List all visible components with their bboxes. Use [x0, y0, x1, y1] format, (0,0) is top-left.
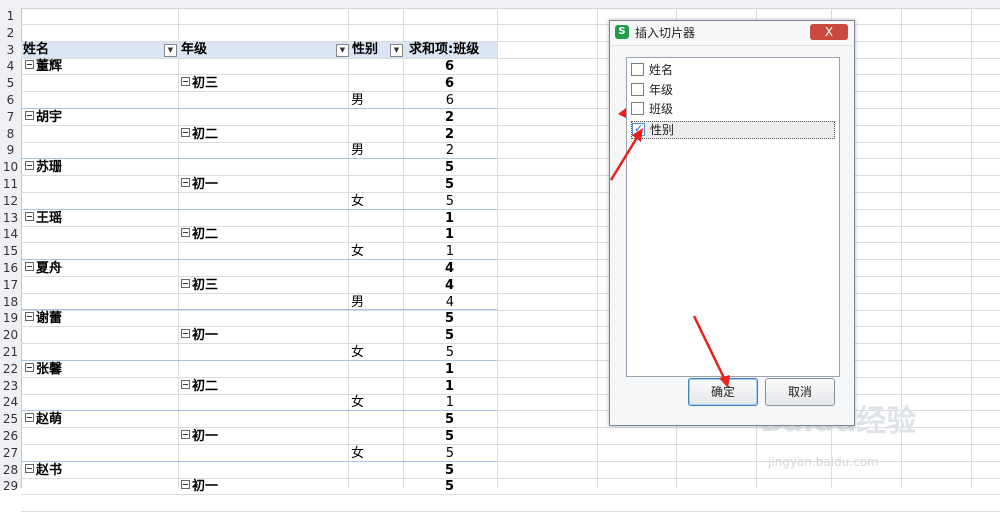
arrow-to-ok-button: [692, 315, 730, 388]
arrow-to-gender-checkbox: [609, 128, 643, 181]
annotation-arrows: [609, 108, 730, 388]
arrow-small-marker: [618, 108, 626, 118]
grid-row-line: [21, 494, 1000, 496]
